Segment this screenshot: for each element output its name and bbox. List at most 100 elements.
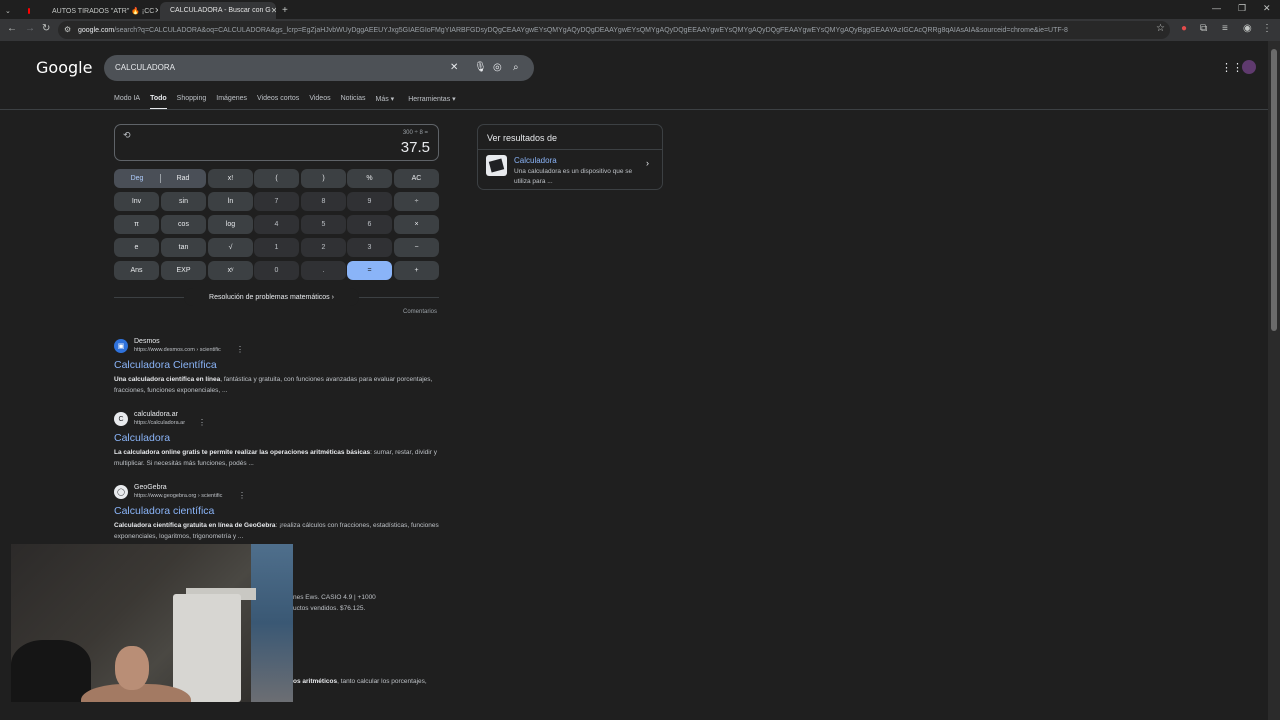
tab-tools[interactable]: Herramientas ▾	[408, 95, 455, 110]
extensions-puzzle-icon[interactable]: ⧉	[1200, 23, 1207, 34]
tab-ai-mode[interactable]: Modo IA	[114, 95, 140, 110]
calc-key-deg[interactable]: Deg Rad	[114, 169, 206, 188]
panel-entity-link[interactable]: Calculadora	[514, 156, 557, 165]
header-divider	[0, 109, 1268, 110]
calc-key[interactable]: AC	[394, 169, 439, 188]
media-icon[interactable]: ≡	[1222, 23, 1228, 34]
geogebra-favicon-icon: ◯	[114, 485, 128, 499]
math-solver-button[interactable]: Resolución de problemas matemáticos ›	[184, 288, 359, 306]
calc-key-rad-label[interactable]: Rad	[161, 175, 206, 182]
tab-youtube-small[interactable]	[22, 2, 40, 19]
desmos-favicon-icon: ▣	[114, 339, 128, 353]
tab-videos[interactable]: Videos	[309, 95, 330, 110]
new-tab-button[interactable]: +	[280, 2, 294, 19]
more-options-icon[interactable]: ⋮	[236, 345, 244, 354]
site-info-icon[interactable]: ⚙	[64, 25, 71, 34]
calc-key[interactable]: tan	[161, 238, 206, 257]
chevron-right-icon[interactable]: ›	[646, 158, 649, 168]
close-icon[interactable]: ✕	[271, 6, 276, 15]
more-options-icon[interactable]: ⋮	[238, 491, 246, 500]
calc-key[interactable]: e	[114, 238, 159, 257]
bookmark-star-icon[interactable]: ☆	[1156, 23, 1165, 34]
lens-camera-icon[interactable]: ◎	[493, 62, 502, 73]
minimize-icon[interactable]: —	[1212, 3, 1221, 13]
close-window-icon[interactable]: ✕	[1263, 3, 1271, 14]
more-options-icon[interactable]: ⋮	[198, 418, 206, 427]
result-url[interactable]: https://www.desmos.com › scientific	[134, 347, 221, 353]
calc-key[interactable]: −	[394, 238, 439, 257]
calc-key[interactable]: √	[208, 238, 253, 257]
microphone-icon[interactable]: 🎙	[474, 62, 487, 73]
tab-images[interactable]: Imágenes	[216, 95, 247, 110]
apps-grid-icon[interactable]: ⋮⋮	[1221, 61, 1243, 74]
result-url[interactable]: https://calculadora.ar	[134, 420, 185, 426]
tab-news[interactable]: Noticias	[341, 95, 366, 110]
menu-kebab-icon[interactable]: ⋮	[1262, 23, 1272, 34]
tab-more[interactable]: Más ▾	[376, 95, 395, 110]
result-site-name[interactable]: GeoGebra	[134, 484, 167, 491]
calc-key[interactable]: sin	[161, 192, 206, 211]
address-bar[interactable]: ⚙ google.com/search?q=CALCULADORA&oq=CAL…	[58, 21, 1170, 39]
calc-key[interactable]: 6	[347, 215, 392, 234]
feedback-link[interactable]: Comentarios	[403, 309, 437, 315]
calc-key[interactable]: 3	[347, 238, 392, 257]
result-title-link[interactable]: Calculadora Científica	[114, 359, 217, 371]
calc-key[interactable]: 4	[254, 215, 299, 234]
calc-key[interactable]: 8	[301, 192, 346, 211]
tab-search-menu[interactable]: ⌄	[2, 2, 16, 19]
google-logo[interactable]: Google	[36, 58, 92, 77]
calc-key[interactable]: 7	[254, 192, 299, 211]
tab-short-videos[interactable]: Videos cortos	[257, 95, 299, 110]
calc-key[interactable]: cos	[161, 215, 206, 234]
reload-icon[interactable]: ↻	[42, 23, 50, 34]
page-scrollbar[interactable]	[1268, 41, 1280, 720]
close-icon[interactable]: ✕	[154, 6, 158, 15]
calc-key[interactable]: log	[208, 215, 253, 234]
calc-key[interactable]: Ans	[114, 261, 159, 280]
result-url[interactable]: https://www.geogebra.org › scientific	[134, 493, 222, 499]
panel-title: Ver resultados de	[487, 133, 558, 143]
result-title-link[interactable]: Calculadora	[114, 432, 170, 444]
calc-key[interactable]: x!	[208, 169, 253, 188]
calculator-thumbnail[interactable]	[486, 155, 507, 176]
profile-icon[interactable]: ◉	[1243, 23, 1252, 34]
calc-key[interactable]: 9	[347, 192, 392, 211]
calc-key[interactable]: (	[254, 169, 299, 188]
calc-key[interactable]: ÷	[394, 192, 439, 211]
avatar[interactable]	[1242, 60, 1256, 74]
calc-key[interactable]: EXP	[161, 261, 206, 280]
webcam-wall	[251, 544, 293, 702]
calc-key[interactable]: 2	[301, 238, 346, 257]
panel-divider	[478, 149, 662, 150]
tab-all[interactable]: Todo	[150, 95, 167, 110]
restore-icon[interactable]: ❐	[1238, 3, 1246, 14]
calc-key[interactable]: π	[114, 215, 159, 234]
calc-key[interactable]: 5	[301, 215, 346, 234]
calc-key[interactable]: Inv	[114, 192, 159, 211]
tab-youtube[interactable]: AUTOS TIRADOS "ATR" 🔥 ¡CC ✕	[42, 2, 158, 19]
calc-key[interactable]: 1	[254, 238, 299, 257]
result-title-link[interactable]: Calculadora científica	[114, 505, 214, 517]
result-site-name[interactable]: Desmos	[134, 338, 160, 345]
calc-key[interactable]: xʸ	[208, 261, 253, 280]
calc-key[interactable]: %	[347, 169, 392, 188]
result-snippet: Calculadora científica gratuita en línea…	[114, 520, 444, 542]
scrollbar-thumb[interactable]	[1271, 49, 1277, 331]
calc-key[interactable]: =	[347, 261, 392, 280]
calc-key[interactable]: .	[301, 261, 346, 280]
extension-icon[interactable]: ●	[1181, 23, 1187, 34]
calc-key[interactable]: 0	[254, 261, 299, 280]
search-icon[interactable]: ⌕	[513, 62, 519, 73]
history-icon[interactable]: ⟲	[123, 130, 131, 141]
tab-google-search[interactable]: CALCULADORA - Buscar con G ✕	[160, 2, 276, 19]
result-site-name[interactable]: calculadora.ar	[134, 411, 178, 418]
tab-shopping[interactable]: Shopping	[177, 95, 207, 110]
back-icon[interactable]: ←	[7, 23, 17, 34]
calc-key[interactable]: )	[301, 169, 346, 188]
search-input[interactable]: CALCULADORA ✕ 🎙 ◎ ⌕	[104, 55, 534, 81]
calc-key[interactable]: ln	[208, 192, 253, 211]
calc-key[interactable]: ×	[394, 215, 439, 234]
clear-icon[interactable]: ✕	[450, 62, 458, 73]
forward-icon[interactable]: →	[25, 23, 35, 34]
calc-key[interactable]: +	[394, 261, 439, 280]
